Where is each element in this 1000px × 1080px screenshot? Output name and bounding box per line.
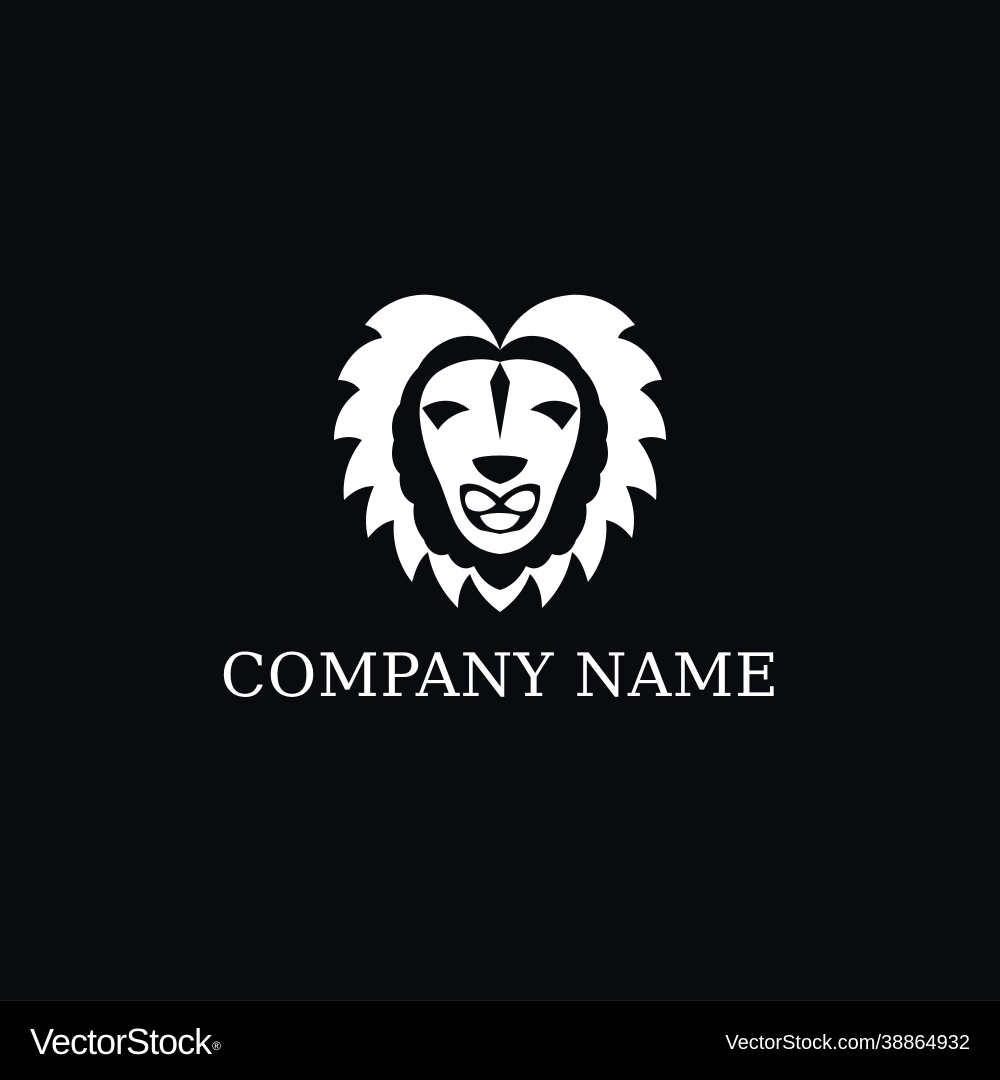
vectorstock-logo: VectorStock® xyxy=(30,1021,221,1063)
lion-head-icon xyxy=(334,294,666,612)
vectorstock-brand: VectorStock xyxy=(30,1021,212,1062)
watermark-footer: VectorStock® VectorStock.com/38864932 xyxy=(0,1000,1000,1080)
company-name: COMPANY NAME xyxy=(220,641,780,711)
registered-mark: ® xyxy=(212,1039,221,1053)
logo-artwork: COMPANY NAME xyxy=(0,0,1000,1000)
logo-canvas: COMPANY NAME VectorStock® VectorStock.co… xyxy=(0,0,1000,1080)
image-id: VectorStock.com/38864932 xyxy=(725,1032,970,1054)
